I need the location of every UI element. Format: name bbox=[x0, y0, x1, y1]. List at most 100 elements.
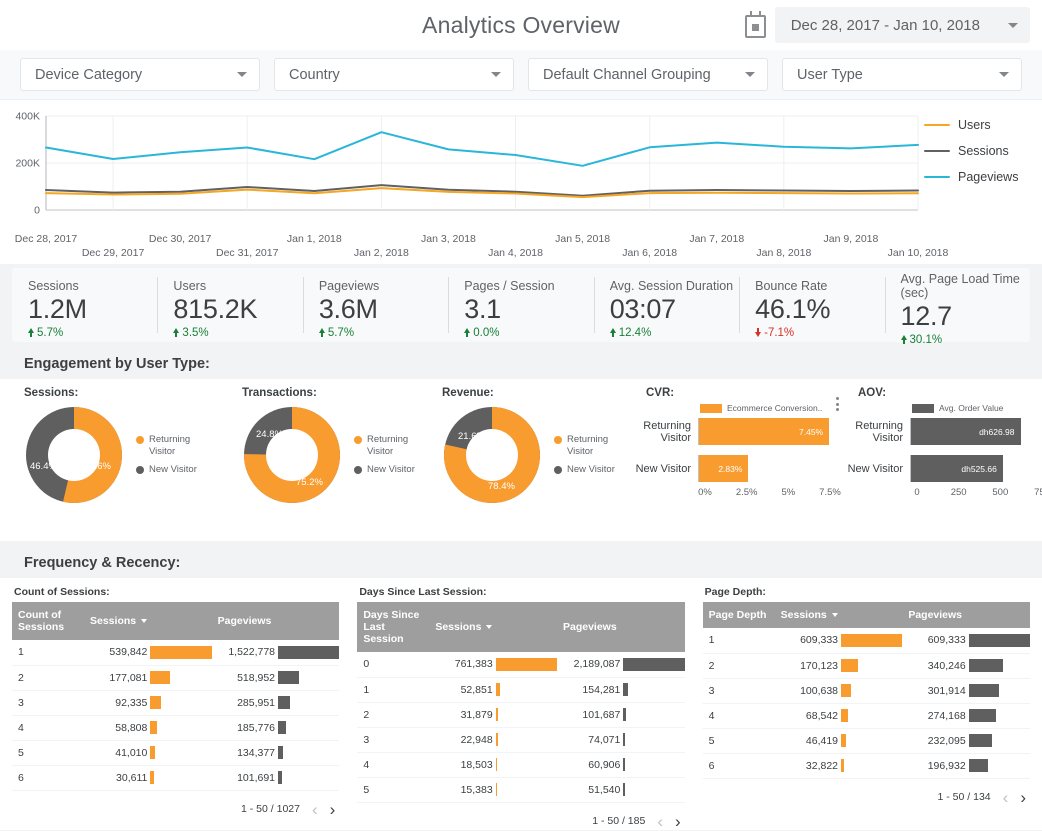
cell-value: 177,081 bbox=[84, 672, 150, 684]
chevron-right-icon[interactable]: › bbox=[1020, 789, 1026, 806]
table-row[interactable]: 515,38351,540 bbox=[357, 777, 684, 802]
cell-bar bbox=[496, 708, 499, 721]
table-row[interactable]: 468,542274,168 bbox=[703, 703, 1030, 728]
cell-pageviews: 185,776 bbox=[212, 715, 340, 740]
chevron-right-icon[interactable]: › bbox=[330, 801, 336, 818]
donut: 75.2%24.8% bbox=[240, 403, 344, 507]
table-row[interactable]: 458,808185,776 bbox=[12, 715, 339, 740]
legend-item-users[interactable]: Users bbox=[924, 118, 1036, 132]
table-row[interactable]: 3100,638301,914 bbox=[703, 678, 1030, 703]
cell-sessions: 92,335 bbox=[84, 690, 212, 715]
table-row[interactable]: 630,611101,691 bbox=[12, 765, 339, 790]
column-header-dimension[interactable]: Days Since Last Session bbox=[357, 602, 429, 652]
legend-swatch bbox=[912, 404, 934, 413]
chevron-right-icon[interactable]: › bbox=[675, 813, 681, 830]
cell-value: 52,851 bbox=[429, 684, 495, 696]
cell-value: 170,123 bbox=[775, 660, 841, 672]
pagination-range: 1 - 50 / 1027 bbox=[241, 803, 300, 815]
legend-label: Returning Visitor bbox=[567, 434, 615, 458]
date-range-control[interactable]: Dec 28, 2017 - Jan 10, 2018 bbox=[743, 7, 1030, 43]
table-row[interactable]: 0761,3832,189,087 bbox=[357, 652, 684, 677]
legend-item-new[interactable]: New Visitor bbox=[554, 464, 615, 476]
legend-item-returning[interactable]: Returning Visitor bbox=[554, 434, 615, 458]
table-row[interactable]: 322,94874,071 bbox=[357, 727, 684, 752]
cell-dimension: 6 bbox=[12, 765, 84, 790]
filter-device-category[interactable]: Device Category bbox=[20, 58, 260, 91]
table-row[interactable]: 231,879101,687 bbox=[357, 702, 684, 727]
table-title: Count of Sessions: bbox=[14, 586, 339, 598]
cell-value: 100,638 bbox=[775, 685, 841, 697]
cell-sessions: 18,503 bbox=[429, 752, 557, 777]
x-axis-tick-label: Jan 5, 2018 bbox=[555, 233, 610, 245]
data-table: Page DepthSessionsPageviews1609,333609,3… bbox=[703, 602, 1030, 779]
cell-bar bbox=[969, 634, 1030, 647]
table-row[interactable]: 2177,081518,952 bbox=[12, 665, 339, 690]
cell-bar bbox=[150, 746, 155, 759]
legend-item-new[interactable]: New Visitor bbox=[354, 464, 415, 476]
table-row[interactable]: 1539,8421,522,778 bbox=[12, 640, 339, 665]
cell-dimension: 5 bbox=[357, 777, 429, 802]
donut-label-new: 21.6% bbox=[458, 431, 485, 442]
chevron-left-icon[interactable]: ‹ bbox=[1003, 789, 1009, 806]
cell-bar bbox=[841, 734, 846, 747]
bar-fill: dh525.66 bbox=[911, 455, 1003, 482]
legend-label: Ecommerce Conversion.. bbox=[727, 403, 822, 413]
legend-item-returning[interactable]: Returning Visitor bbox=[136, 434, 197, 458]
table-row[interactable]: 632,822196,932 bbox=[703, 753, 1030, 778]
axis-tick-label: 500 bbox=[992, 487, 1008, 498]
scorecard-value: 3.6M bbox=[319, 294, 448, 324]
table-row[interactable]: 2170,123340,246 bbox=[703, 653, 1030, 678]
svg-text:400K: 400K bbox=[15, 111, 40, 123]
filter-label: Country bbox=[289, 67, 340, 83]
column-header-dimension[interactable]: Page Depth bbox=[703, 602, 775, 628]
table-row[interactable]: 546,419232,095 bbox=[703, 728, 1030, 753]
scorecard-title: Pages / Session bbox=[464, 279, 593, 293]
column-header-pageviews[interactable]: Pageviews bbox=[212, 602, 340, 640]
legend-item-sessions[interactable]: Sessions bbox=[924, 144, 1036, 158]
arrow-up-icon bbox=[610, 328, 616, 337]
cell-dimension: 3 bbox=[703, 678, 775, 703]
scorecard-delta: 3.5% bbox=[173, 327, 302, 339]
date-range-picker[interactable]: Dec 28, 2017 - Jan 10, 2018 bbox=[775, 7, 1030, 43]
legend-item-new[interactable]: New Visitor bbox=[136, 464, 197, 476]
table-row[interactable]: 1609,333609,333 bbox=[703, 628, 1030, 653]
cell-sessions: 58,808 bbox=[84, 715, 212, 740]
filter-user-type[interactable]: User Type bbox=[782, 58, 1022, 91]
kebab-menu-icon[interactable] bbox=[836, 397, 839, 411]
column-header-sessions[interactable]: Sessions bbox=[429, 602, 557, 652]
cell-pageviews: 60,906 bbox=[557, 752, 685, 777]
legend-item-returning[interactable]: Returning Visitor bbox=[354, 434, 415, 458]
column-header-sessions[interactable]: Sessions bbox=[84, 602, 212, 640]
column-header-pageviews[interactable]: Pageviews bbox=[557, 602, 685, 652]
bar-category-label: Returning Visitor bbox=[834, 420, 910, 444]
cell-bar bbox=[496, 758, 497, 771]
column-header-pageviews[interactable]: Pageviews bbox=[902, 602, 1030, 628]
cell-value: 185,776 bbox=[212, 722, 278, 734]
legend-label: Users bbox=[958, 118, 991, 132]
cell-dimension: 6 bbox=[703, 753, 775, 778]
column-header-dimension[interactable]: Count of Sessions bbox=[12, 602, 84, 640]
cell-pageviews: 101,687 bbox=[557, 702, 685, 727]
scorecard-value: 1.2M bbox=[28, 294, 157, 324]
column-header-sessions[interactable]: Sessions bbox=[775, 602, 903, 628]
cell-value: 18,503 bbox=[429, 759, 495, 771]
scorecard-value: 03:07 bbox=[610, 294, 739, 324]
cell-bar bbox=[278, 646, 339, 659]
cell-bar bbox=[150, 671, 170, 684]
cell-pageviews: 134,377 bbox=[212, 740, 340, 765]
legend-swatch bbox=[700, 404, 722, 413]
table-row[interactable]: 418,50360,906 bbox=[357, 752, 684, 777]
table-row[interactable]: 541,010134,377 bbox=[12, 740, 339, 765]
legend-label: Pageviews bbox=[958, 170, 1018, 184]
filter-country[interactable]: Country bbox=[274, 58, 514, 91]
chevron-left-icon[interactable]: ‹ bbox=[657, 813, 663, 830]
chevron-left-icon[interactable]: ‹ bbox=[312, 801, 318, 818]
legend-item-pageviews[interactable]: Pageviews bbox=[924, 170, 1036, 184]
table-row[interactable]: 152,851154,281 bbox=[357, 677, 684, 702]
table-pagination: 1 - 50 / 185‹› bbox=[357, 803, 684, 830]
scorecard: Avg. Session Duration03:0712.4% bbox=[594, 268, 739, 342]
cell-sessions: 46,419 bbox=[775, 728, 903, 753]
filter-default-channel-grouping[interactable]: Default Channel Grouping bbox=[528, 58, 768, 91]
table-row[interactable]: 392,335285,951 bbox=[12, 690, 339, 715]
cell-value: 154,281 bbox=[557, 684, 623, 696]
